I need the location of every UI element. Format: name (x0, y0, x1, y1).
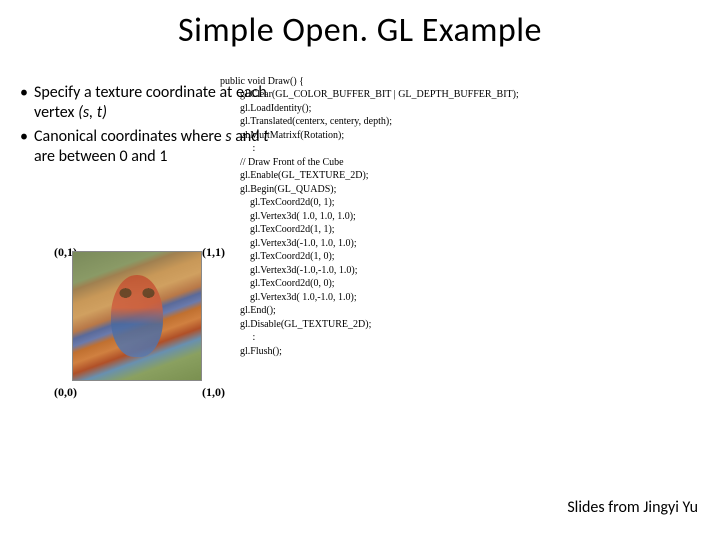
bullet-text: are between 0 and 1 (34, 147, 167, 166)
code-line: gl.Vertex3d( 1.0,-1.0, 1.0); (220, 292, 357, 303)
coord-label-bottom-left: (0,0) (54, 385, 77, 400)
code-block: public void Draw() { gl.Clear(GL_COLOR_B… (220, 61, 519, 372)
code-line: gl.TexCoord2d(0, 1); (220, 197, 335, 208)
code-line: : (220, 332, 255, 343)
code-line: gl.Vertex3d(-1.0,-1.0, 1.0); (220, 265, 357, 276)
code-line: gl.Translated(centerx, centery, depth); (220, 116, 392, 127)
slide-credit: Slides from Jingyi Yu (567, 498, 698, 517)
texture-diagram: (0,1) (1,1) (0,0) (1,0) (58, 251, 218, 381)
code-line: // Draw Front of the Cube (220, 157, 344, 168)
slide-title: Simple Open. GL Example (0, 10, 720, 51)
code-line: gl.TexCoord2d(1, 0); (220, 251, 335, 262)
code-line: gl.Vertex3d( 1.0, 1.0, 1.0); (220, 211, 356, 222)
code-line: gl.LoadIdentity(); (220, 103, 311, 114)
coord-label-bottom-right: (1,0) (202, 385, 225, 400)
code-line: gl.Begin(GL_QUADS); (220, 184, 336, 195)
slide-body: Specify a texture coordinate at each ver… (0, 51, 720, 531)
code-line: : (220, 143, 255, 154)
code-line: gl.TexCoord2d(0, 0); (220, 278, 335, 289)
bullet-em: (s, t) (78, 103, 107, 122)
code-line: gl.Vertex3d(-1.0, 1.0, 1.0); (220, 238, 357, 249)
code-line: gl.Flush(); (220, 346, 282, 357)
code-line: gl.End(); (220, 305, 276, 316)
code-line: gl.Enable(GL_TEXTURE_2D); (220, 170, 369, 181)
code-line: gl.Disable(GL_TEXTURE_2D); (220, 319, 371, 330)
code-line: gl.Clear(GL_COLOR_BUFFER_BIT | GL_DEPTH_… (220, 89, 519, 100)
coord-label-top-right: (1,1) (202, 245, 225, 260)
bullet-text: Canonical coordinates where (34, 127, 225, 146)
code-line: gl.MultMatrixf(Rotation); (220, 130, 344, 141)
texture-image (72, 251, 202, 381)
code-line: public void Draw() { (220, 76, 304, 87)
code-line: gl.TexCoord2d(1, 1); (220, 224, 335, 235)
